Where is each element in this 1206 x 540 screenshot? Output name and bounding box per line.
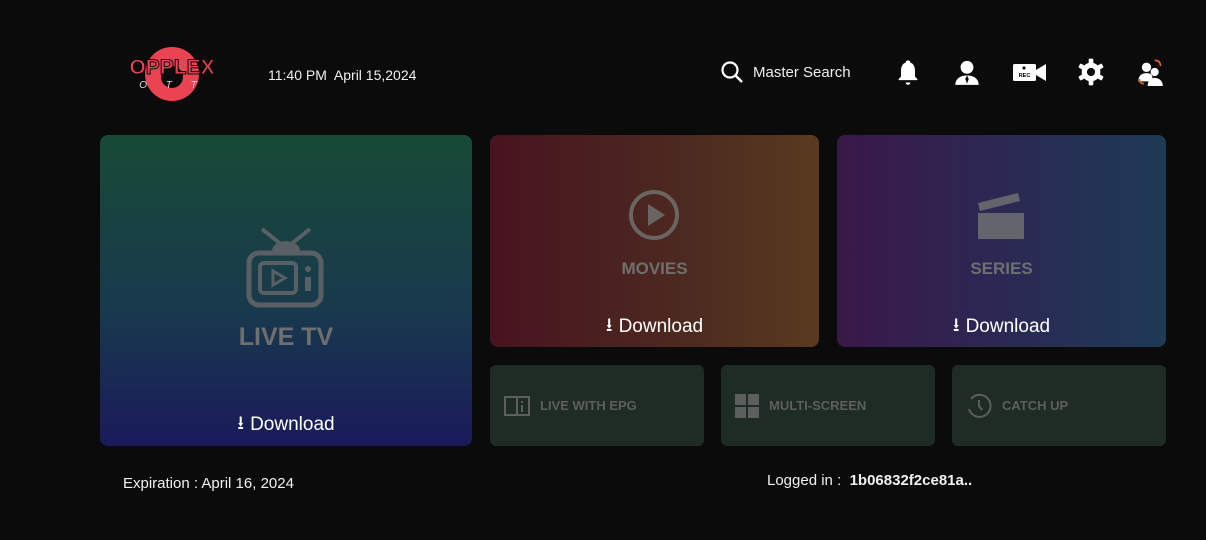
movies-card[interactable]: MOVIES ⭳ Download <box>490 135 819 347</box>
live-tv-card[interactable]: LIVE TV ⭳ Download <box>100 135 472 446</box>
epg-book-icon <box>504 395 530 416</box>
series-download-button[interactable]: ⭳ Download <box>837 311 1166 343</box>
download-icon: ⭳ <box>605 315 613 336</box>
logged-in-label: Logged in : <box>767 472 842 489</box>
catch-up-button[interactable]: CATCH UP <box>952 365 1166 446</box>
svg-text:REC: REC <box>1019 73 1031 79</box>
rec-camera-icon[interactable]: REC <box>1012 58 1048 86</box>
download-icon: ⭳ <box>237 413 245 434</box>
logo-subtext: O T T <box>139 80 205 91</box>
bell-icon[interactable] <box>894 58 922 86</box>
expiration-text: Expiration : April 16, 2024 <box>123 475 294 492</box>
live-tv-download-button[interactable]: ⭳ Download <box>100 409 472 441</box>
logged-in-info: Logged in : 1b06832f2ce81a.. <box>767 472 972 489</box>
grid-icon <box>735 393 759 418</box>
switch-user-icon[interactable] <box>1136 58 1164 86</box>
logged-in-value: 1b06832f2ce81a.. <box>849 472 973 489</box>
download-label: Download <box>250 414 335 435</box>
history-clock-icon <box>968 393 992 418</box>
multi-screen-button[interactable]: MULTI-SCREEN <box>721 365 935 446</box>
live-with-epg-button[interactable]: LIVE WITH EPG <box>490 365 704 446</box>
tile-label: CATCH UP <box>1002 398 1069 413</box>
search-label: Master Search <box>753 63 851 81</box>
time: 11:40 PM <box>268 67 327 83</box>
download-label: Download <box>965 316 1051 337</box>
tv-icon <box>246 227 324 308</box>
tile-label: MULTI-SCREEN <box>769 398 867 413</box>
datetime: 11:40 PM April 15,2024 <box>268 67 416 83</box>
download-icon: ⭳ <box>952 315 960 336</box>
tile-label: LIVE WITH EPG <box>540 398 637 413</box>
movies-download-button[interactable]: ⭳ Download <box>490 311 819 343</box>
logo-text: OPPLEX <box>129 56 214 79</box>
date: April 15,2024 <box>333 67 417 83</box>
series-title: SERIES <box>970 259 1033 278</box>
clapperboard-icon <box>978 193 1024 239</box>
play-icon <box>629 190 679 240</box>
download-label: Download <box>618 316 704 337</box>
user-icon[interactable] <box>953 58 981 86</box>
movies-title: MOVIES <box>621 259 688 278</box>
live-tv-title: LIVE TV <box>238 323 334 351</box>
gear-icon[interactable] <box>1077 58 1105 86</box>
master-search-button[interactable]: Master Search <box>720 60 851 84</box>
opplex-logo: OPPLEX O T T <box>126 44 218 102</box>
search-icon <box>721 61 743 83</box>
series-card[interactable]: SERIES ⭳ Download <box>837 135 1166 347</box>
